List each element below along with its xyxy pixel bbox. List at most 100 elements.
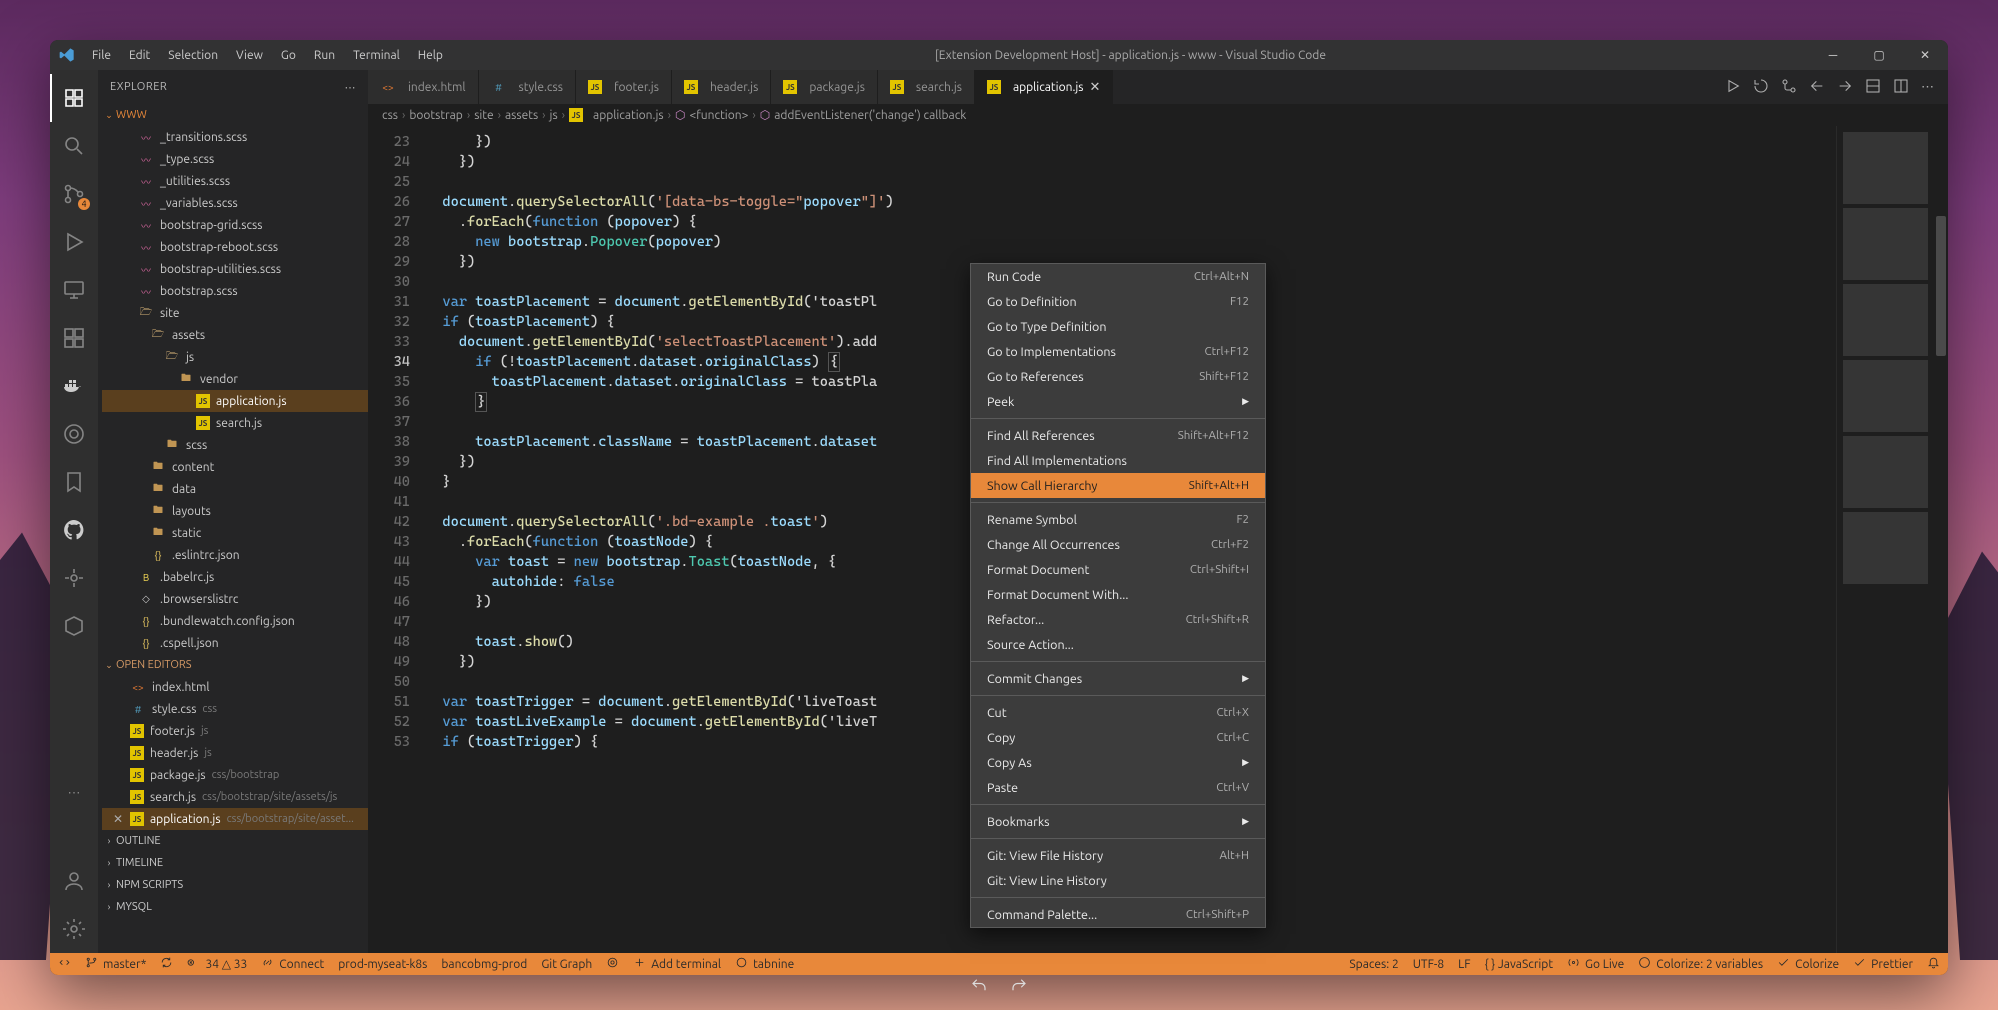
source-control-icon[interactable]: 4: [50, 170, 98, 218]
explorer-icon[interactable]: [50, 74, 98, 122]
split-down-icon[interactable]: [1865, 78, 1881, 97]
folder-item[interactable]: 🖿vendor: [102, 368, 368, 390]
remote-explorer-icon[interactable]: [50, 266, 98, 314]
tab-header-js[interactable]: JSheader.js: [672, 70, 771, 104]
extensions-icon[interactable]: [50, 314, 98, 362]
menu-item-find-all-implementations[interactable]: Find All Implementations: [971, 448, 1265, 473]
statusbar-item[interactable]: UTF-8: [1413, 958, 1444, 971]
menu-item-go-to-definition[interactable]: Go to DefinitionF12: [971, 289, 1265, 314]
minimize-button[interactable]: ─: [1810, 40, 1856, 70]
breadcrumb-item[interactable]: bootstrap: [409, 109, 462, 122]
statusbar-item[interactable]: LF: [1458, 958, 1470, 971]
scrollbar-thumb[interactable]: [1936, 216, 1946, 356]
folder-item[interactable]: 🖿data: [102, 478, 368, 500]
folder-item[interactable]: 🖿layouts: [102, 500, 368, 522]
open-editor-item[interactable]: JSsearch.jscss/bootstrap/site/assets/js: [102, 786, 368, 808]
statusbar-item[interactable]: Prettier: [1853, 956, 1913, 972]
close-button[interactable]: ✕: [1902, 40, 1948, 70]
statusbar-item[interactable]: 34 △ 33: [187, 956, 247, 972]
statusbar-item[interactable]: Add terminal: [633, 956, 721, 972]
open-editor-item[interactable]: JSpackage.jscss/bootstrap: [102, 764, 368, 786]
tab-package-js[interactable]: JSpackage.js: [771, 70, 878, 104]
open-editor-item[interactable]: <>index.html: [102, 676, 368, 698]
statusbar-item[interactable]: tabnine: [735, 956, 794, 972]
statusbar-item[interactable]: bancobmg-prod: [441, 958, 527, 971]
menu-item-git-view-file-history[interactable]: Git: View File HistoryAlt+H: [971, 843, 1265, 868]
statusbar-item[interactable]: Colorize: 2 variables: [1638, 956, 1763, 972]
section-timeline[interactable]: ›TIMELINE: [98, 852, 368, 874]
file-item[interactable]: 〰_utilities.scss: [102, 170, 368, 192]
open-editor-item[interactable]: ✕JSapplication.jscss/bootstrap/site/asse…: [102, 808, 368, 830]
kubernetes-icon[interactable]: [50, 602, 98, 650]
github-icon[interactable]: [50, 506, 98, 554]
file-item[interactable]: 〰_transitions.scss: [102, 126, 368, 148]
breadcrumb-item[interactable]: <function>: [689, 109, 748, 122]
workspace-root[interactable]: ⌄WWW: [98, 104, 368, 126]
folder-item[interactable]: 🗁site: [102, 302, 368, 324]
open-editors-section[interactable]: ⌄OPEN EDITORS: [98, 654, 368, 676]
menu-item-go-to-type-definition[interactable]: Go to Type Definition: [971, 314, 1265, 339]
file-item[interactable]: {}.eslintrc.json: [102, 544, 368, 566]
maximize-button[interactable]: ▢: [1856, 40, 1902, 70]
file-item[interactable]: {}.bundlewatch.config.json: [102, 610, 368, 632]
settings-icon[interactable]: [50, 905, 98, 953]
menu-item-change-all-occurrences[interactable]: Change All OccurrencesCtrl+F2: [971, 532, 1265, 557]
live-share-icon[interactable]: [50, 554, 98, 602]
file-item[interactable]: JSapplication.js: [102, 390, 368, 412]
menu-item-find-all-references[interactable]: Find All ReferencesShift+Alt+F12: [971, 423, 1265, 448]
sidebar-more-icon[interactable]: ⋯: [345, 81, 357, 94]
section-npm-scripts[interactable]: ›NPM SCRIPTS: [98, 874, 368, 896]
accounts-icon[interactable]: [50, 857, 98, 905]
menu-item-format-document-with[interactable]: Format Document With...: [971, 582, 1265, 607]
menu-view[interactable]: View: [228, 45, 271, 66]
folder-item[interactable]: 🗁assets: [102, 324, 368, 346]
open-editor-item[interactable]: JSfooter.jsjs: [102, 720, 368, 742]
menu-item-refactor[interactable]: Refactor...Ctrl+Shift+R: [971, 607, 1265, 632]
menu-help[interactable]: Help: [410, 45, 451, 66]
statusbar-item[interactable]: [1927, 956, 1940, 972]
breadcrumbs[interactable]: css›bootstrap›site›assets›js›JSapplicati…: [368, 104, 1948, 126]
go-forward-icon[interactable]: [1837, 78, 1853, 97]
menu-item-copy-as[interactable]: Copy As▶: [971, 750, 1265, 775]
folder-item[interactable]: 🖿scss: [102, 434, 368, 456]
breadcrumb-item[interactable]: css: [382, 109, 398, 122]
tab-application-js[interactable]: JSapplication.js✕: [975, 70, 1113, 104]
run-debug-icon[interactable]: [50, 218, 98, 266]
minimap[interactable]: [1836, 126, 1934, 953]
file-item[interactable]: 〰bootstrap-reboot.scss: [102, 236, 368, 258]
docker-icon[interactable]: [50, 362, 98, 410]
statusbar-item[interactable]: { } JavaScript: [1485, 958, 1553, 971]
menu-file[interactable]: File: [84, 45, 119, 66]
file-item[interactable]: 〰bootstrap-grid.scss: [102, 214, 368, 236]
close-icon[interactable]: ✕: [110, 812, 126, 826]
menu-item-peek[interactable]: Peek▶: [971, 389, 1265, 414]
statusbar-item[interactable]: Connect: [261, 956, 324, 972]
run-icon[interactable]: [1725, 78, 1741, 97]
more-icon[interactable]: ⋯: [50, 769, 98, 817]
section-outline[interactable]: ›OUTLINE: [98, 830, 368, 852]
redo-icon[interactable]: [1010, 976, 1028, 997]
test-icon[interactable]: [50, 410, 98, 458]
more-actions-icon[interactable]: ⋯: [1921, 80, 1934, 95]
file-item[interactable]: ◇.browserslistrc: [102, 588, 368, 610]
menu-item-rename-symbol[interactable]: Rename SymbolF2: [971, 507, 1265, 532]
open-editor-item[interactable]: JSheader.jsjs: [102, 742, 368, 764]
tab-style-css[interactable]: #style.css: [479, 70, 576, 104]
statusbar-item[interactable]: Go Live: [1567, 956, 1624, 972]
tab-search-js[interactable]: JSsearch.js: [878, 70, 975, 104]
menu-item-show-call-hierarchy[interactable]: Show Call HierarchyShift+Alt+H: [971, 473, 1265, 498]
menu-item-go-to-references[interactable]: Go to ReferencesShift+F12: [971, 364, 1265, 389]
menu-item-source-action[interactable]: Source Action...: [971, 632, 1265, 657]
menu-item-paste[interactable]: PasteCtrl+V: [971, 775, 1265, 800]
go-back-icon[interactable]: [1809, 78, 1825, 97]
menu-item-bookmarks[interactable]: Bookmarks▶: [971, 809, 1265, 834]
split-right-icon[interactable]: [1893, 78, 1909, 97]
statusbar-item[interactable]: Colorize: [1777, 956, 1839, 972]
folder-item[interactable]: 🗁js: [102, 346, 368, 368]
tab-index-html[interactable]: <>index.html: [368, 70, 479, 104]
menu-go[interactable]: Go: [273, 45, 304, 66]
file-item[interactable]: 〰_variables.scss: [102, 192, 368, 214]
breadcrumb-item[interactable]: assets: [505, 109, 538, 122]
statusbar-item[interactable]: master*: [85, 956, 146, 972]
menu-item-git-view-line-history[interactable]: Git: View Line History: [971, 868, 1265, 893]
